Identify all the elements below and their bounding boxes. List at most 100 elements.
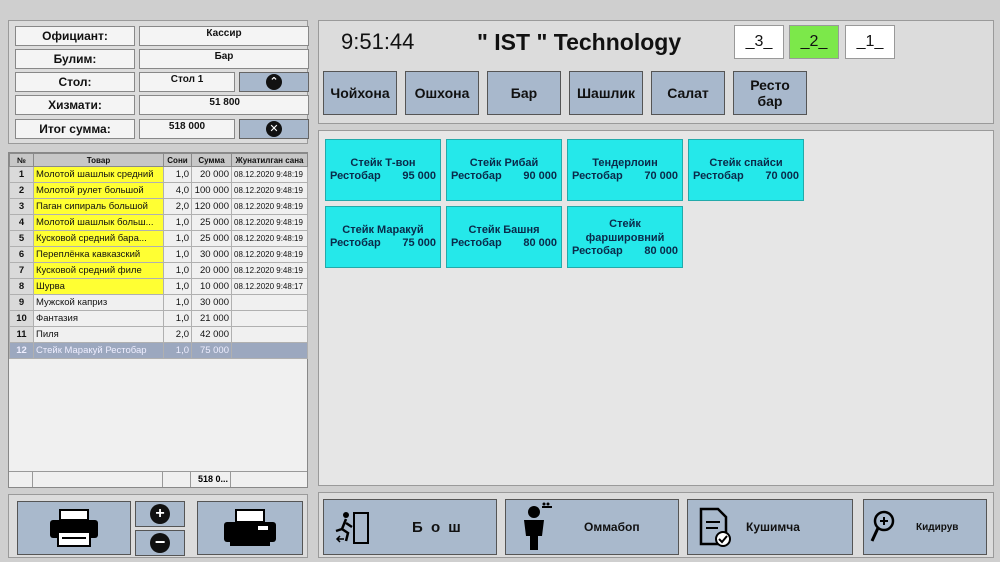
row-number: 7 (9, 262, 34, 279)
row-sum: 30 000 (191, 294, 232, 311)
menu-item-price: 75 000 (402, 237, 436, 249)
row-product: Пиля (33, 326, 164, 343)
printer-icon (50, 509, 98, 547)
table-row[interactable]: 6 Переплёнка кавказский 1,0 30 000 08.12.202… (9, 246, 308, 263)
row-sum: 21 000 (191, 310, 232, 327)
print-precheck-button[interactable] (17, 501, 131, 555)
row-qty: 1,0 (163, 262, 192, 279)
row-number: 4 (9, 214, 34, 231)
menu-item-location: Рестобар (330, 237, 381, 249)
category-oshxona[interactable]: Ошхона (405, 71, 479, 115)
table-row[interactable]: 9 Мужской каприз 1,0 30 000 (9, 294, 308, 311)
category-restobar[interactable]: Ресто бар (733, 71, 807, 115)
table-row[interactable]: 2 Молотой рулет большой 4,0 100 000 08.12.20… (9, 182, 308, 199)
menu-item-tile[interactable]: Стейк Маракуй Рестобар 75 000 (325, 206, 441, 268)
table-row[interactable]: 10 Фантазия 1,0 21 000 (9, 310, 308, 327)
table-row[interactable]: 4 Молотой шашлык больш... 1,0 25 000 08.12.2… (9, 214, 308, 231)
row-product: Фантазия (33, 310, 164, 327)
table-row[interactable]: 1 Молотой шашлык средний 1,0 20 000 08.12.20… (9, 166, 308, 183)
row-date: 08.12.2020 9:48:19 (231, 230, 308, 247)
table-select-button[interactable]: ⌃ (239, 72, 309, 92)
menu-item-name: Стейк Башня (468, 224, 540, 236)
waiter-label: Официант: (15, 26, 135, 46)
row-qty: 1,0 (163, 166, 192, 183)
row-date: 08.12.2020 9:48:19 (231, 166, 308, 183)
menu-item-tile[interactable]: Стейк Башня Рестобар 80 000 (446, 206, 562, 268)
row-product: Мужской каприз (33, 294, 164, 311)
col-number[interactable]: № (9, 153, 34, 167)
row-date: 08.12.2020 9:48:19 (231, 182, 308, 199)
menu-item-location: Рестобар (693, 170, 744, 182)
row-qty: 1,0 (163, 342, 192, 359)
table-row[interactable]: 5 Кусковой средний бара... 1,0 25 000 08.12.… (9, 230, 308, 247)
menu-item-price: 95 000 (402, 170, 436, 182)
category-shashlik[interactable]: Шашлик (569, 71, 643, 115)
row-number: 10 (9, 310, 34, 327)
menu-item-tile[interactable]: Тендерлоин Рестобар 70 000 (567, 139, 683, 201)
table-row[interactable]: 11 Пиля 2,0 42 000 (9, 326, 308, 343)
page-button-2[interactable]: _2_ (789, 25, 839, 59)
row-qty: 1,0 (163, 230, 192, 247)
col-product[interactable]: Товар (33, 153, 164, 167)
row-product: Молотой шашлык средний (33, 166, 164, 183)
table-row[interactable]: 3 Паган сипираль большой 2,0 120 000 08.12.2… (9, 198, 308, 215)
row-sum: 25 000 (191, 230, 232, 247)
service-label: Хизмати: (15, 95, 135, 115)
row-sum: 100 000 (191, 182, 232, 199)
category-choyxona[interactable]: Чойхона (323, 71, 397, 115)
category-bar[interactable]: Бар (487, 71, 561, 115)
row-number: 9 (9, 294, 34, 311)
row-qty: 1,0 (163, 278, 192, 295)
waiter-icon (524, 502, 552, 550)
table-row[interactable]: 8 Шурва 1,0 10 000 08.12.2020 9:48:17 (9, 278, 308, 295)
popular-button[interactable]: Оммабоп (505, 499, 679, 555)
menu-item-price: 70 000 (765, 170, 799, 182)
menu-item-name: Стейк фаршировний (585, 218, 665, 244)
row-product: Шурва (33, 278, 164, 295)
menu-item-price: 80 000 (523, 237, 557, 249)
col-sum[interactable]: Сумма (191, 153, 232, 167)
order-total-value: 518 0... (191, 472, 231, 487)
table-value: Стол 1 (139, 72, 235, 92)
page-button-3[interactable]: _3_ (734, 25, 784, 59)
section-label: Булим: (15, 49, 135, 69)
table-row[interactable]: 7 Кусковой средний филе 1,0 20 000 08.12.202… (9, 262, 308, 279)
clear-order-button[interactable]: ✕ (239, 119, 309, 139)
decrease-qty-button[interactable]: − (135, 530, 185, 556)
menu-item-tile[interactable]: Стейк Т-вон Рестобар 95 000 (325, 139, 441, 201)
row-sum: 120 000 (191, 198, 232, 215)
close-circle-icon: ✕ (266, 121, 282, 137)
menu-item-tile[interactable]: Стейк Рибай Рестобар 90 000 (446, 139, 562, 201)
row-qty: 4,0 (163, 182, 192, 199)
search-label: Кидирув (916, 521, 959, 533)
menu-item-tile[interactable]: Стейк фаршировний Рестобар 80 000 (567, 206, 683, 268)
exit-button[interactable]: Б о ш (323, 499, 497, 555)
row-qty: 1,0 (163, 310, 192, 327)
menu-item-location: Рестобар (451, 170, 502, 182)
row-qty: 1,0 (163, 294, 192, 311)
exit-label: Б о ш (412, 518, 463, 536)
menu-item-location: Рестобар (572, 170, 623, 182)
search-icon (870, 510, 895, 542)
increase-qty-button[interactable]: + (135, 501, 185, 527)
row-sum: 25 000 (191, 214, 232, 231)
extra-label: Кушимча (746, 520, 800, 534)
menu-item-price: 80 000 (644, 245, 678, 257)
col-qty[interactable]: Сони (163, 153, 192, 167)
row-qty: 2,0 (163, 326, 192, 343)
menu-item-location: Рестобар (572, 245, 623, 257)
document-check-icon (699, 507, 731, 547)
menu-item-tile[interactable]: Стейк спайси Рестобар 70 000 (688, 139, 804, 201)
row-qty: 2,0 (163, 198, 192, 215)
print-check-button[interactable] (197, 501, 303, 555)
menu-item-price: 70 000 (644, 170, 678, 182)
extra-button[interactable]: Кушимча (687, 499, 853, 555)
col-date[interactable]: Жунатилган сана (231, 153, 308, 167)
order-table-header: № Товар Сони Сумма Жунатилган сана (9, 153, 308, 167)
search-button[interactable]: Кидирув (863, 499, 987, 555)
category-salat[interactable]: Салат (651, 71, 725, 115)
table-label: Стол: (15, 72, 135, 92)
page-button-1[interactable]: _1_ (845, 25, 895, 59)
table-row[interactable]: 12 Стейк Маракуй Рестобар 1,0 75 000 (9, 342, 308, 359)
print-controls: + − (8, 494, 308, 558)
